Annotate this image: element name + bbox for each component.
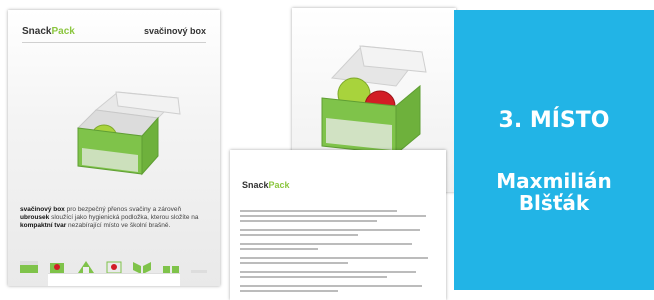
winner-name: Maxmilián Blšťák xyxy=(454,170,654,214)
product-description: svačinový box pro bezpečný přenos svačin… xyxy=(20,206,208,230)
snack-box-illustration xyxy=(76,91,181,176)
desc-bold-2: ubrousek xyxy=(20,214,50,221)
brand-logo: SnackPack xyxy=(22,26,75,37)
poster-title: svačinový box xyxy=(143,26,206,36)
fold-step-1 xyxy=(20,261,38,273)
brand-accent-small: Pack xyxy=(268,180,290,190)
desc-text-3: nezabírající místo ve školní brašně. xyxy=(66,222,171,229)
poster-sheet-left: SnackPack svačinový box svačinový box pr… xyxy=(8,10,220,286)
poster-sheet-text: SnackPack xyxy=(230,150,446,300)
desc-bold-1: svačinový box xyxy=(20,206,65,213)
poster-header: SnackPack svačinový box xyxy=(22,24,206,43)
fold-step-7 xyxy=(190,270,207,273)
winner-first-name: Maxmilián xyxy=(496,169,612,193)
brand-main: Snack xyxy=(22,25,52,37)
brand-logo-small: SnackPack xyxy=(242,180,290,190)
folding-steps xyxy=(18,246,210,276)
body-text-lines xyxy=(240,210,436,295)
brand-main-small: Snack xyxy=(242,180,269,190)
award-rank: 3. MÍSTO xyxy=(498,108,610,133)
desc-text-1: pro bezpečný přenos svačiny a zároveň xyxy=(64,206,182,213)
award-panel: 3. MÍSTO Maxmilián Blšťák xyxy=(454,10,654,290)
brand-accent: Pack xyxy=(51,25,75,37)
footer-strip xyxy=(48,273,180,286)
winner-last-name: Blšťák xyxy=(518,191,590,215)
desc-text-2: sloužící jako hygienická podložka, ktero… xyxy=(49,214,199,221)
desc-bold-3: kompaktní tvar xyxy=(20,222,67,229)
